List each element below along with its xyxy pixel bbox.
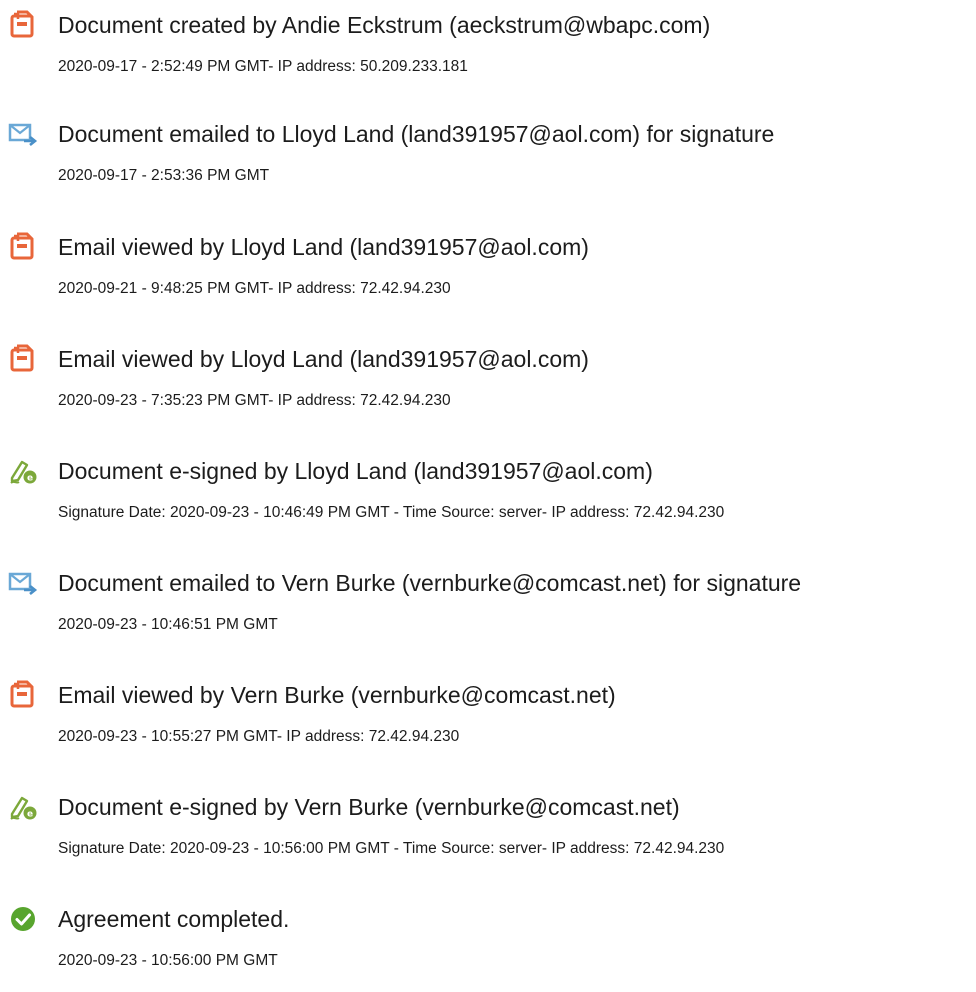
entry-detail: Signature Date: 2020-09-23 - 10:56:00 PM…: [58, 840, 725, 857]
entry-detail: 2020-09-23 - 10:56:00 PM GMT: [58, 952, 278, 969]
entry-detail: 2020-09-21 - 9:48:25 PM GMT- IP address:…: [58, 280, 451, 297]
entry-detail: Signature Date: 2020-09-23 - 10:46:49 PM…: [58, 504, 725, 521]
entry-title: Email viewed by Lloyd Land (land391957@a…: [58, 346, 589, 372]
audit-entry: Email viewed by Vern Burke (vernburke@co…: [0, 670, 976, 760]
email-sent-icon: [8, 568, 38, 598]
entry-title: Document emailed to Lloyd Land (land3919…: [58, 121, 775, 147]
audit-entry: Email viewed by Lloyd Land (land391957@a…: [0, 222, 976, 312]
svg-text:e: e: [27, 810, 33, 820]
entry-title: Document created by Andie Eckstrum (aeck…: [58, 12, 711, 38]
audit-entry: Document emailed to Lloyd Land (land3919…: [0, 109, 976, 199]
audit-entry: Email viewed by Lloyd Land (land391957@a…: [0, 334, 976, 424]
audit-entry: e Document e-signed by Lloyd Land (land3…: [0, 446, 976, 536]
e-sign-pen-icon: e: [8, 792, 38, 822]
entry-detail: 2020-09-17 - 2:53:36 PM GMT: [58, 167, 270, 184]
entry-detail: 2020-09-23 - 10:55:27 PM GMT- IP address…: [58, 728, 460, 745]
entry-title: Document emailed to Vern Burke (vernburk…: [58, 570, 802, 596]
document-icon: [8, 344, 38, 374]
document-icon: [8, 232, 38, 262]
entry-detail: 2020-09-23 - 10:46:51 PM GMT: [58, 616, 278, 633]
entry-detail: 2020-09-23 - 7:35:23 PM GMT- IP address:…: [58, 392, 451, 409]
entry-detail: 2020-09-17 - 2:52:49 PM GMT- IP address:…: [58, 58, 468, 75]
entry-title: Document e-signed by Lloyd Land (land391…: [58, 458, 653, 484]
svg-text:e: e: [27, 474, 33, 484]
document-icon: [8, 680, 38, 710]
audit-entry: Document emailed to Vern Burke (vernburk…: [0, 558, 976, 648]
checkmark-circle-icon: [8, 904, 38, 934]
email-sent-icon: [8, 119, 38, 149]
entry-title: Agreement completed.: [58, 906, 290, 932]
entry-title: Email viewed by Lloyd Land (land391957@a…: [58, 234, 589, 260]
entry-title: Email viewed by Vern Burke (vernburke@co…: [58, 682, 616, 708]
audit-entry: Document created by Andie Eckstrum (aeck…: [0, 0, 976, 90]
e-sign-pen-icon: e: [8, 456, 38, 486]
entry-title: Document e-signed by Vern Burke (vernbur…: [58, 794, 680, 820]
audit-entry: Agreement completed. 2020-09-23 - 10:56:…: [0, 894, 976, 984]
audit-entry: e Document e-signed by Vern Burke (vernb…: [0, 782, 976, 872]
document-icon: [8, 10, 38, 40]
